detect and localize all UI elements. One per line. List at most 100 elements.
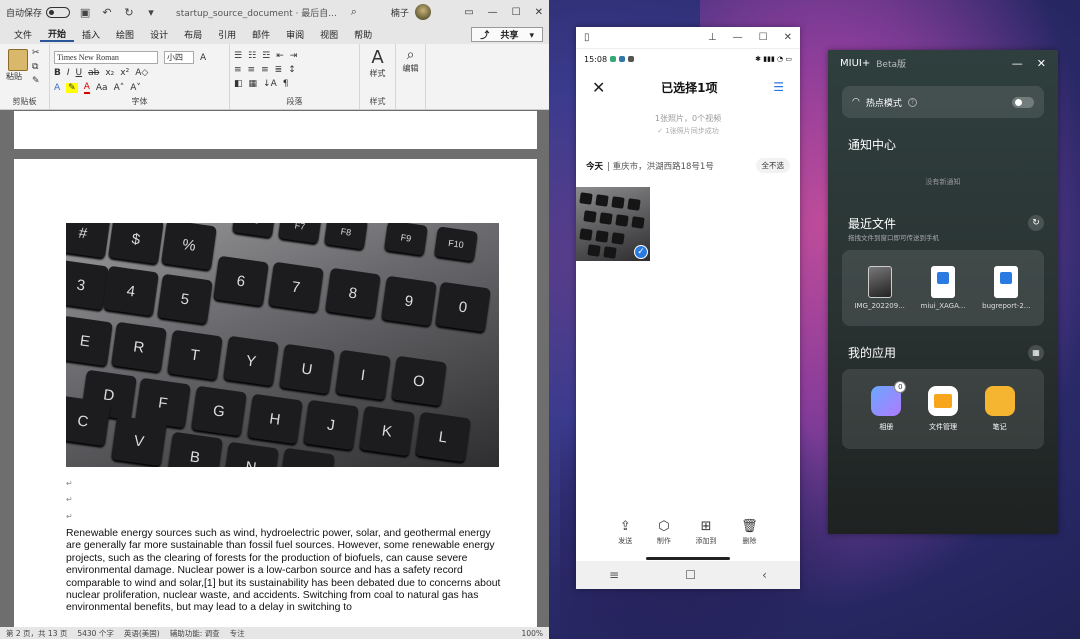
grow-font-icon[interactable]: A˄ (114, 83, 125, 93)
add-to-button[interactable]: ⊞ 添加到 (696, 519, 717, 546)
close-icon[interactable]: ✕ (1037, 57, 1046, 70)
pin-icon[interactable]: ⊥ (708, 32, 717, 43)
keyboard-photo[interactable]: # $ % F6 F7 F8 F9 F10 3 4 5 6 7 8 9 0 E … (66, 223, 499, 467)
increase-indent-icon[interactable]: ⇥ (290, 51, 298, 61)
tab-draw[interactable]: 绘图 (108, 28, 142, 41)
page-2[interactable]: # $ % F6 F7 F8 F9 F10 3 4 5 6 7 8 9 0 E … (14, 159, 537, 629)
deselect-all-button[interactable]: 全不选 (755, 158, 790, 173)
home-icon[interactable]: ☐ (685, 568, 696, 582)
hotspot-row[interactable]: ◠ 热点模式 ? (842, 86, 1044, 118)
hotspot-toggle[interactable] (1012, 96, 1034, 108)
photo-thumbnail[interactable]: ✓ (576, 187, 650, 261)
font-size-box[interactable]: 小四 (164, 51, 194, 64)
back-icon[interactable]: ‹ (762, 568, 767, 582)
file-item[interactable]: miui_XAGA... (913, 266, 973, 310)
change-case-icon[interactable]: Aa (96, 83, 108, 93)
font-size-increase-icon[interactable]: A (200, 53, 206, 63)
multilevel-list-icon[interactable]: ☲ (262, 51, 270, 61)
zoom-level[interactable]: 100% (522, 629, 543, 638)
tab-design[interactable]: 设计 (142, 28, 176, 41)
strikethrough-icon[interactable]: ab (88, 68, 99, 78)
italic-icon[interactable]: I (67, 68, 70, 78)
align-center-icon[interactable]: ≡ (248, 65, 256, 75)
tab-view[interactable]: 视图 (312, 28, 346, 41)
tab-layout[interactable]: 布局 (176, 28, 210, 41)
phone-rotate-icon[interactable]: ▯ (584, 32, 590, 43)
font-name-box[interactable]: Times New Roman (54, 51, 158, 64)
customize-qat-icon[interactable]: ▾ (144, 5, 158, 19)
maximize-icon[interactable]: ☐ (759, 32, 768, 43)
find-icon[interactable]: ⌕ (400, 47, 421, 63)
tab-references[interactable]: 引用 (210, 28, 244, 41)
app-file-manager[interactable]: 文件管理 (927, 386, 958, 432)
file-item[interactable]: IMG_202209... (850, 266, 910, 310)
send-button[interactable]: ⇪ 发送 (618, 519, 632, 546)
autosave-toggle[interactable]: 自动保存 (6, 6, 71, 19)
sort-icon[interactable]: ↓A (263, 79, 277, 89)
styles-icon[interactable]: A (364, 47, 391, 68)
body-paragraph[interactable]: Renewable energy sources such as wind, h… (66, 528, 506, 615)
tab-file[interactable]: 文件 (6, 28, 40, 41)
text-effects-icon[interactable]: A (54, 83, 60, 93)
refresh-icon[interactable]: ↻ (1028, 215, 1044, 231)
app-gallery[interactable]: 0 相册 (871, 381, 907, 432)
superscript-icon[interactable]: x² (120, 68, 129, 78)
highlight-icon[interactable]: ✎ (66, 83, 78, 93)
styles-button-label[interactable]: 样式 (364, 68, 391, 79)
page-count[interactable]: 第 2 页，共 13 页 (6, 628, 67, 639)
user-name[interactable]: 楠子 (391, 6, 409, 19)
subscript-icon[interactable]: x₂ (105, 68, 114, 78)
paste-icon[interactable] (8, 49, 28, 71)
file-item[interactable]: bugreport-2... (976, 266, 1036, 310)
accessibility-status[interactable]: 辅助功能: 调查 (170, 628, 220, 639)
cut-icon[interactable]: ✂ (32, 48, 40, 58)
autosave-switch[interactable] (46, 6, 71, 18)
align-left-icon[interactable]: ≡ (234, 65, 242, 75)
search-icon[interactable]: ⌕ (347, 5, 361, 19)
underline-icon[interactable]: U (76, 68, 83, 78)
tab-insert[interactable]: 插入 (74, 28, 108, 41)
editing-button-label[interactable]: 编辑 (400, 63, 421, 74)
bullets-icon[interactable]: ☰ (234, 51, 242, 61)
help-icon[interactable]: ? (907, 97, 917, 107)
avatar[interactable] (414, 4, 431, 20)
selected-check-icon[interactable]: ✓ (634, 245, 648, 259)
menu-icon[interactable]: ≡ (609, 568, 619, 582)
share-button[interactable]: ⤴ 共享 ▾ (471, 26, 543, 42)
focus-mode[interactable]: 专注 (230, 628, 245, 639)
delete-button[interactable]: 🗑 删除 (741, 519, 758, 546)
undo-icon[interactable]: ↶ (100, 5, 114, 19)
tab-mailings[interactable]: 邮件 (244, 28, 278, 41)
show-marks-icon[interactable]: ¶ (283, 79, 289, 89)
decrease-indent-icon[interactable]: ⇤ (276, 51, 284, 61)
save-icon[interactable]: ▣ (78, 5, 92, 19)
copy-icon[interactable]: ⧉ (32, 62, 38, 72)
clear-format-icon[interactable]: A◇ (135, 68, 148, 78)
maximize-icon[interactable]: ☐ (512, 7, 521, 18)
font-color-icon[interactable]: A (83, 82, 90, 94)
shrink-font-icon[interactable]: A˅ (130, 83, 141, 93)
create-button[interactable]: ⬡ 制作 (657, 519, 671, 546)
line-spacing-icon[interactable]: ↕ (288, 65, 296, 75)
close-icon[interactable]: ✕ (535, 7, 543, 18)
document-area[interactable]: # $ % F6 F7 F8 F9 F10 3 4 5 6 7 8 9 0 E … (0, 111, 549, 629)
language-indicator[interactable]: 英语(美国) (124, 628, 160, 639)
minimize-icon[interactable]: — (488, 7, 498, 18)
tab-review[interactable]: 审阅 (278, 28, 312, 41)
tab-help[interactable]: 帮助 (346, 28, 380, 41)
tab-home[interactable]: 开始 (40, 27, 75, 42)
minimize-icon[interactable]: — (733, 32, 743, 43)
select-all-icon[interactable]: ☰ (773, 80, 784, 94)
app-grid-icon[interactable]: ▦ (1028, 344, 1044, 361)
borders-icon[interactable]: ▦ (249, 79, 258, 89)
word-count[interactable]: 5430 个字 (77, 628, 113, 639)
justify-icon[interactable]: ≣ (275, 65, 283, 75)
minimize-icon[interactable]: — (1012, 57, 1023, 70)
app-notes[interactable]: 笔记 (984, 386, 1015, 432)
numbering-icon[interactable]: ☷ (248, 51, 256, 61)
align-right-icon[interactable]: ≡ (261, 65, 269, 75)
ribbon-options-icon[interactable]: ▭ (464, 7, 473, 18)
format-painter-icon[interactable]: ✎ (32, 76, 40, 86)
redo-icon[interactable]: ↻ (122, 5, 136, 19)
close-selection-icon[interactable]: ✕ (592, 78, 605, 97)
